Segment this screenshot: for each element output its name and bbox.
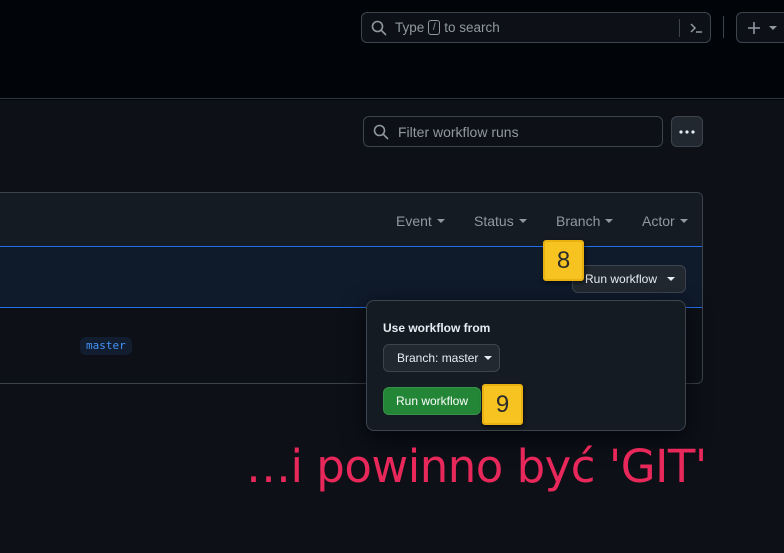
step-badge-9: 9 (482, 384, 523, 425)
plus-icon (748, 21, 760, 34)
filter-event[interactable]: Event (396, 213, 445, 229)
search-icon (373, 124, 389, 139)
search-hint: Type / to search (395, 20, 500, 35)
filter-status-label: Status (474, 213, 514, 229)
kebab-horizontal-icon (679, 129, 695, 134)
chevron-down-icon (436, 219, 445, 223)
search-divider (679, 19, 680, 37)
chevron-down-icon (769, 25, 777, 30)
search-shortcut-key: / (428, 20, 441, 35)
filter-event-label: Event (396, 213, 432, 229)
global-search-input[interactable]: Type / to search (361, 12, 711, 43)
chevron-down-icon (667, 277, 676, 281)
run-workflow-popover: Use workflow from Branch: master Run wor… (366, 300, 686, 431)
branch-select-button[interactable]: Branch: master (383, 344, 500, 372)
more-options-button[interactable] (671, 116, 703, 147)
search-hint-suffix: to search (444, 20, 500, 35)
header-separator (723, 16, 724, 38)
filter-placeholder: Filter workflow runs (398, 123, 519, 140)
filter-branch[interactable]: Branch (556, 213, 614, 229)
annotation-caption: …i powinno być 'GIT' (246, 440, 707, 493)
filter-status[interactable]: Status (474, 213, 527, 229)
command-palette-icon[interactable] (687, 19, 705, 37)
run-workflow-submit-button[interactable]: Run workflow (383, 387, 481, 415)
run-workflow-label: Run workflow (585, 272, 658, 286)
step-badge-8: 8 (543, 240, 584, 281)
filter-actor[interactable]: Actor (642, 213, 688, 229)
table-header: Event Status Branch Actor (0, 193, 702, 247)
branch-select-label: Branch: master (397, 351, 479, 365)
create-new-button[interactable] (736, 12, 784, 43)
filter-actor-label: Actor (642, 213, 675, 229)
search-hint-prefix: Type (395, 20, 425, 35)
branch-tag[interactable]: master (80, 337, 132, 355)
filter-branch-label: Branch (556, 213, 601, 229)
chevron-down-icon (518, 219, 527, 223)
chevron-down-icon (484, 356, 493, 360)
chevron-down-icon (679, 219, 688, 223)
search-icon (371, 20, 387, 35)
run-workflow-dropdown-button[interactable]: Run workflow (572, 265, 686, 293)
popover-title: Use workflow from (383, 321, 491, 335)
top-header: Type / to search (0, 0, 784, 99)
chevron-down-icon (605, 219, 614, 223)
filter-workflow-runs-input[interactable]: Filter workflow runs (363, 116, 663, 147)
